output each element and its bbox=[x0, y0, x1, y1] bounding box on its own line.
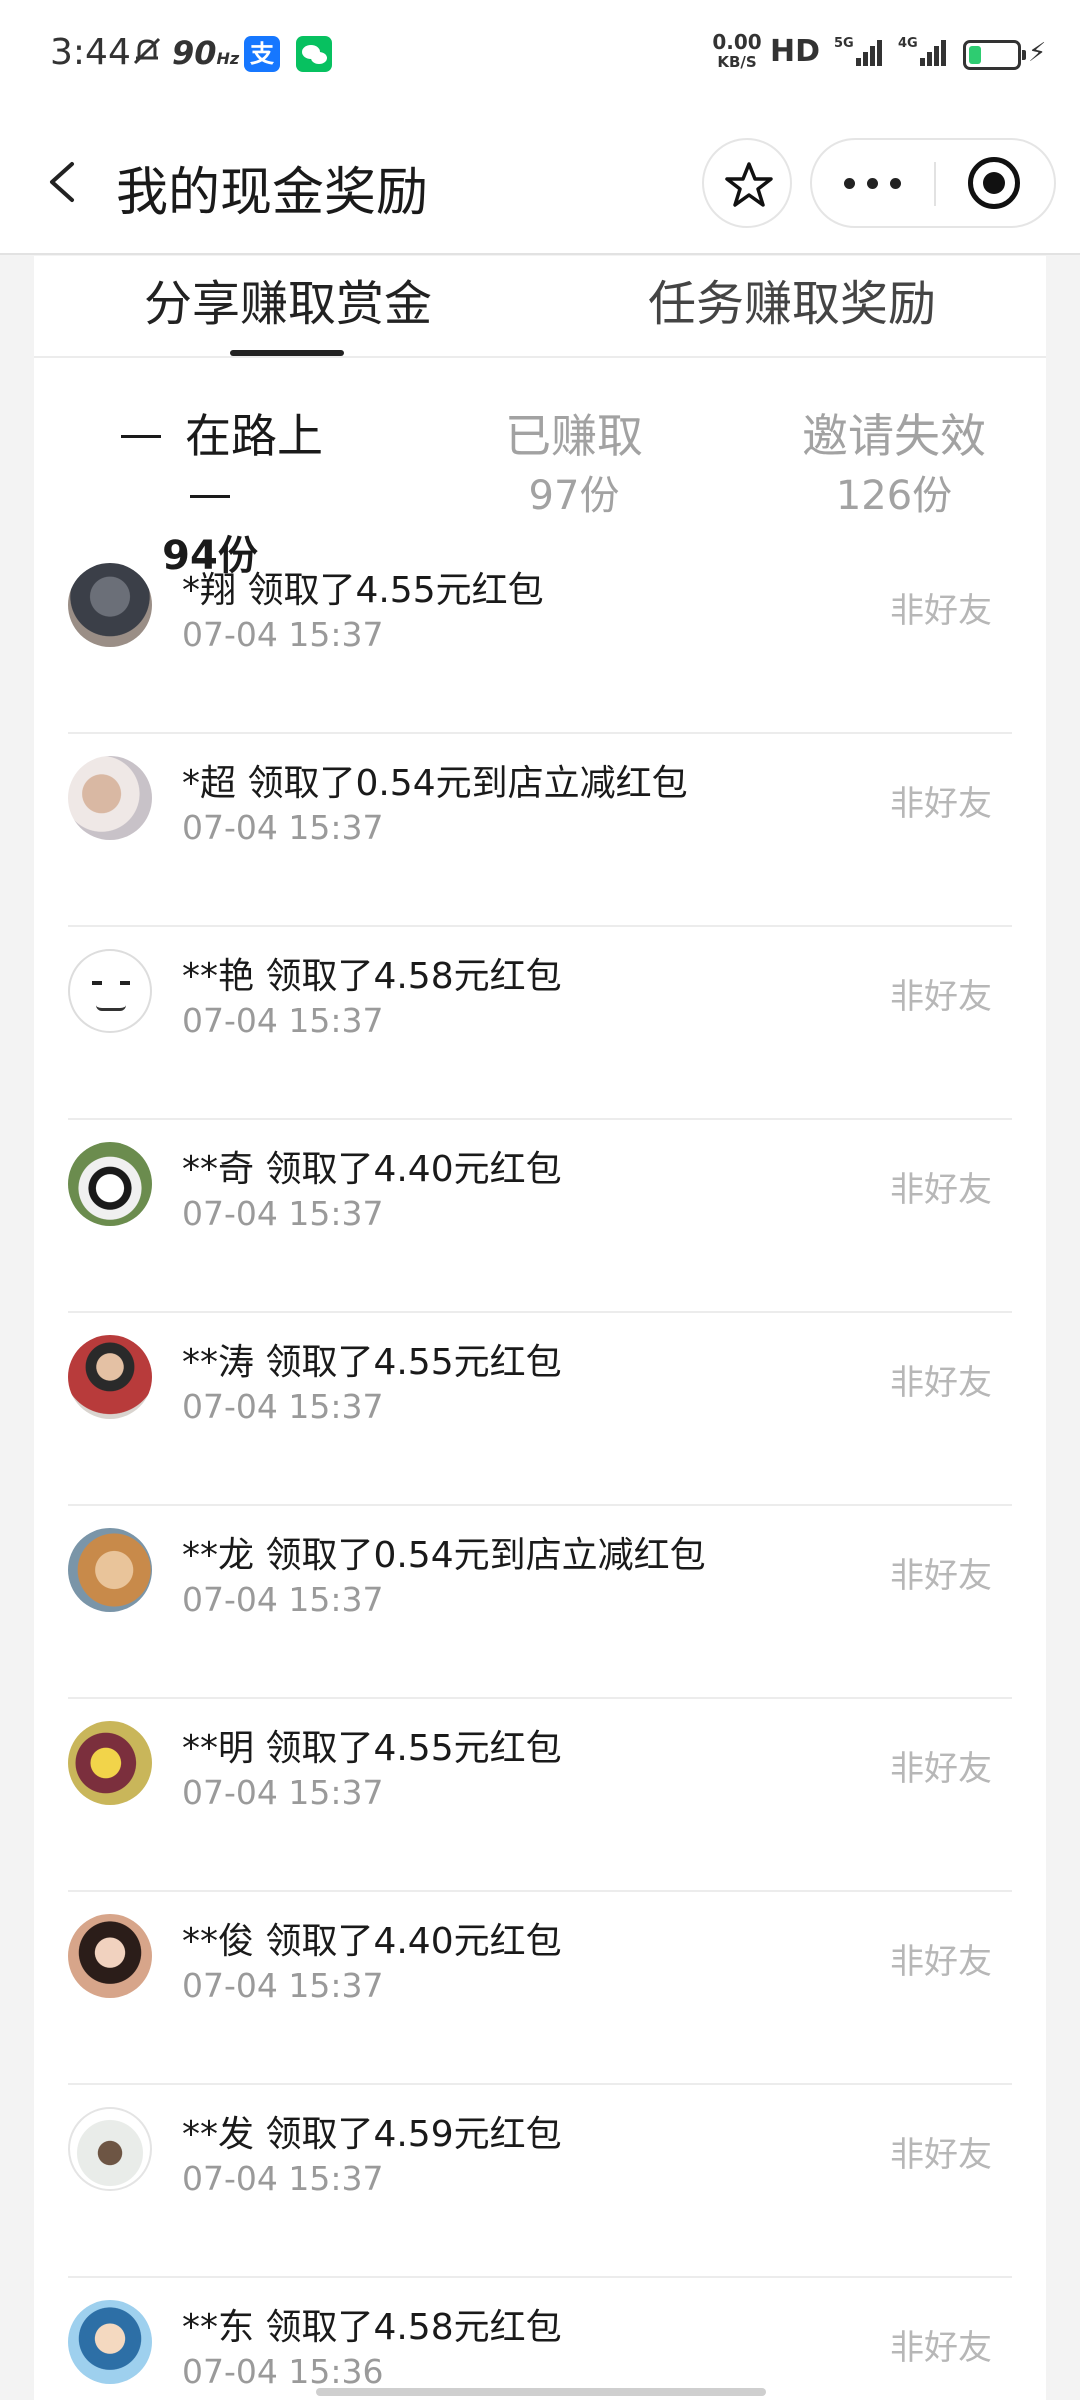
list-item[interactable]: **奇 领取了4.40元红包 07-04 15:37 非好友 bbox=[68, 1120, 1012, 1313]
capsule-divider bbox=[934, 162, 936, 206]
nav-bar: 我的现金奖励 bbox=[0, 110, 1080, 255]
avatar bbox=[68, 563, 152, 647]
record-time: 07-04 15:37 bbox=[182, 1001, 384, 1040]
list-item[interactable]: **发 领取了4.59元红包 07-04 15:37 非好友 bbox=[68, 2085, 1012, 2278]
status-time: 3:44 bbox=[50, 32, 131, 73]
network-type-label: 5G bbox=[834, 36, 854, 51]
record-time: 07-04 15:37 bbox=[182, 615, 384, 654]
subtab-label: 邀请失效 bbox=[802, 409, 986, 463]
network-type-label: 4G bbox=[898, 36, 918, 51]
record-text: **艳 领取了4.58元红包 bbox=[182, 956, 562, 997]
favorite-button[interactable] bbox=[702, 138, 792, 228]
record-time: 07-04 15:37 bbox=[182, 1580, 384, 1619]
main-tabs: 分享赚取赏金 任务赚取奖励 bbox=[34, 256, 1046, 358]
more-icon bbox=[890, 178, 901, 189]
list-item[interactable]: **艳 领取了4.58元红包 07-04 15:37 非好友 bbox=[68, 927, 1012, 1120]
avatar bbox=[68, 1335, 152, 1419]
dash-left bbox=[121, 435, 161, 438]
subtab-earned[interactable]: 已赚取 97份 bbox=[434, 406, 714, 524]
page-title: 我的现金奖励 bbox=[116, 163, 429, 223]
list-item[interactable]: **俊 领取了4.40元红包 07-04 15:37 非好友 bbox=[68, 1892, 1012, 2085]
avatar bbox=[68, 2300, 152, 2384]
avatar bbox=[68, 1721, 152, 1805]
more-icon bbox=[867, 178, 878, 189]
refresh-rate-unit: Hz bbox=[216, 49, 240, 68]
network-speed-unit: KB/S bbox=[717, 53, 757, 71]
charging-icon: ⚡ bbox=[1028, 38, 1047, 68]
record-time: 07-04 15:37 bbox=[182, 808, 384, 847]
more-icon bbox=[844, 178, 855, 189]
reward-record-list: *翔 领取了4.55元红包 07-04 15:37 非好友 *超 领取了0.54… bbox=[68, 541, 1012, 2400]
network-speed-value: 0.00 bbox=[712, 30, 762, 54]
signal-4g-icon: 4G bbox=[898, 36, 946, 68]
avatar bbox=[68, 949, 152, 1033]
record-time: 07-04 15:37 bbox=[182, 1966, 384, 2005]
record-time: 07-04 15:37 bbox=[182, 1387, 384, 1426]
battery-level bbox=[969, 46, 981, 64]
record-text: **涛 领取了4.55元红包 bbox=[182, 1342, 562, 1383]
friend-status: 非好友 bbox=[890, 1942, 992, 1982]
friend-status: 非好友 bbox=[890, 1363, 992, 1403]
record-text: **奇 领取了4.40元红包 bbox=[182, 1149, 562, 1190]
star-icon bbox=[725, 162, 773, 207]
avatar bbox=[68, 1528, 152, 1612]
battery-icon bbox=[963, 40, 1026, 70]
record-time: 07-04 15:37 bbox=[182, 1773, 384, 1812]
active-tab-indicator bbox=[230, 350, 344, 356]
record-time: 07-04 15:37 bbox=[182, 2159, 384, 2198]
friend-status: 非好友 bbox=[890, 591, 992, 631]
record-text: **俊 领取了4.40元红包 bbox=[182, 1921, 562, 1962]
close-target-icon[interactable] bbox=[968, 157, 1020, 209]
friend-status: 非好友 bbox=[890, 1556, 992, 1596]
avatar bbox=[68, 756, 152, 840]
subtab-count: 97份 bbox=[528, 473, 620, 519]
refresh-rate: 90Hz bbox=[172, 34, 239, 72]
network-speed: 0.00 KB/S bbox=[712, 32, 762, 72]
subtab-invite-expired[interactable]: 邀请失效 126份 bbox=[764, 406, 1024, 524]
friend-status: 非好友 bbox=[890, 977, 992, 1017]
record-text: **明 领取了4.55元红包 bbox=[182, 1728, 562, 1769]
list-item[interactable]: **涛 领取了4.55元红包 07-04 15:37 非好友 bbox=[68, 1313, 1012, 1506]
tab-share-bounty[interactable]: 分享赚取赏金 bbox=[144, 264, 432, 334]
tab-task-reward[interactable]: 任务赚取奖励 bbox=[648, 264, 936, 334]
record-text: *翔 领取了4.55元红包 bbox=[182, 570, 544, 611]
record-text: **龙 领取了0.54元到店立减红包 bbox=[182, 1535, 706, 1576]
home-indicator[interactable] bbox=[316, 2388, 766, 2396]
avatar bbox=[68, 1142, 152, 1226]
wechat-icon bbox=[296, 36, 332, 72]
avatar bbox=[68, 2107, 152, 2191]
friend-status: 非好友 bbox=[890, 2135, 992, 2175]
record-time: 07-04 15:37 bbox=[182, 1194, 384, 1233]
friend-status: 非好友 bbox=[890, 1170, 992, 1210]
list-item[interactable]: **明 领取了4.55元红包 07-04 15:37 非好友 bbox=[68, 1699, 1012, 1892]
list-item[interactable]: **东 领取了4.58元红包 07-04 15:36 非好友 bbox=[68, 2278, 1012, 2400]
bell-muted-icon bbox=[133, 37, 161, 65]
list-item[interactable]: *翔 领取了4.55元红包 07-04 15:37 非好友 bbox=[68, 541, 1012, 734]
friend-status: 非好友 bbox=[890, 784, 992, 824]
record-text: *超 领取了0.54元到店立减红包 bbox=[182, 763, 688, 804]
status-bar: 3:44 90Hz 支 0.00 KB/S HD 5G 4G ⚡ bbox=[0, 0, 1080, 110]
signal-5g-icon: 5G bbox=[834, 36, 882, 68]
record-text: **发 领取了4.59元红包 bbox=[182, 2114, 562, 2155]
record-text: **东 领取了4.58元红包 bbox=[182, 2307, 562, 2348]
dash-right bbox=[190, 495, 230, 498]
subtab-label: 在路上 bbox=[185, 409, 323, 463]
avatar bbox=[68, 1914, 152, 1998]
subtab-label: 已赚取 bbox=[505, 409, 643, 463]
friend-status: 非好友 bbox=[890, 2328, 992, 2368]
subtab-count: 126份 bbox=[835, 473, 953, 519]
alipay-icon: 支 bbox=[244, 36, 280, 72]
mini-program-capsule bbox=[810, 138, 1056, 228]
rewards-card: 分享赚取赏金 任务赚取奖励 在路上 94份 已赚取 97份 邀请失效 126份 … bbox=[34, 256, 1046, 2400]
list-item[interactable]: **龙 领取了0.54元到店立减红包 07-04 15:37 非好友 bbox=[68, 1506, 1012, 1699]
hd-indicator: HD bbox=[770, 34, 821, 69]
refresh-rate-value: 90 bbox=[172, 34, 217, 72]
friend-status: 非好友 bbox=[890, 1749, 992, 1789]
back-arrow-icon[interactable] bbox=[42, 160, 86, 204]
list-item[interactable]: *超 领取了0.54元到店立减红包 07-04 15:37 非好友 bbox=[68, 734, 1012, 927]
record-time: 07-04 15:36 bbox=[182, 2352, 384, 2391]
more-button[interactable] bbox=[812, 140, 934, 226]
